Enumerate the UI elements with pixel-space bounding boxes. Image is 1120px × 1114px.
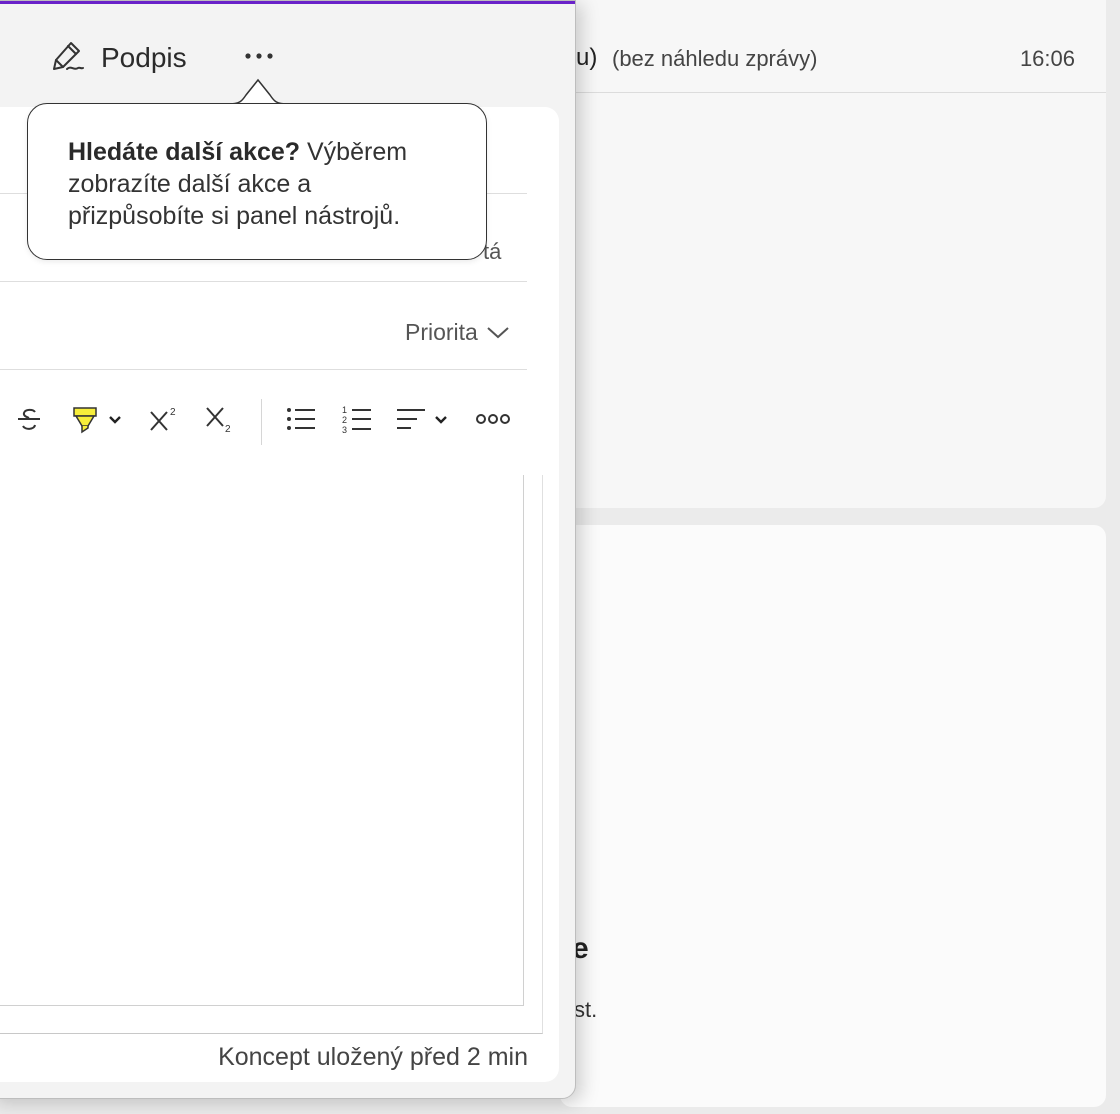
signature-label: Podpis: [101, 42, 187, 73]
highlight-dropdown-icon: [108, 412, 122, 430]
signature-button[interactable]: Podpis: [49, 36, 187, 80]
svg-text:2: 2: [170, 407, 176, 418]
message-preview: (bez náhledu zprávy): [612, 46, 818, 71]
tooltip-text: přizpůsobíte si panel nástrojů.: [68, 202, 401, 230]
svg-text:3: 3: [342, 425, 347, 434]
svg-text:1: 1: [342, 405, 347, 415]
message-body-editor[interactable]: [0, 475, 524, 1006]
bullet-list-icon: [286, 406, 316, 437]
highlight-dropdown-button[interactable]: [103, 401, 127, 441]
reading-pane: [560, 525, 1106, 1107]
message-time: 16:06: [1019, 46, 1075, 71]
draft-status: Koncept uložený před 2 min: [218, 1043, 528, 1071]
reading-pane-text: st.: [574, 997, 598, 1022]
tooltip-text: zobrazíte další akce a: [68, 170, 312, 198]
chevron-down-icon: [486, 319, 510, 346]
tooltip-arrow: [228, 78, 288, 105]
more-actions-button[interactable]: [241, 40, 277, 72]
svg-text:2: 2: [225, 424, 231, 434]
message-sender: u): [576, 44, 598, 71]
strikethrough-icon: [15, 405, 43, 438]
numbered-list-icon: 1 2 3: [342, 404, 372, 439]
tooltip-text: Výběrem: [300, 138, 408, 166]
align-dropdown-button[interactable]: [429, 401, 453, 441]
more-format-options-button[interactable]: [471, 401, 515, 441]
strikethrough-button[interactable]: [9, 401, 49, 441]
tooltip-title: Hledáte další akce?: [68, 138, 301, 166]
align-icon: [395, 406, 427, 437]
toolbar-separator: [261, 399, 262, 445]
divider: [0, 281, 527, 282]
more-actions-tooltip: Hledáte další akce? Výběrem zobrazíte da…: [27, 103, 487, 260]
highlight-icon: [71, 404, 99, 439]
priority-dropdown[interactable]: Priorita: [405, 319, 510, 346]
numbered-list-button[interactable]: 1 2 3: [337, 401, 377, 441]
bullet-list-button[interactable]: [281, 401, 321, 441]
subscript-button[interactable]: 2: [199, 401, 239, 441]
more-options-icon: [475, 412, 511, 431]
more-horizontal-icon: [241, 53, 277, 76]
message-row[interactable]: u) (bez náhledu zprávy) 16:06: [576, 30, 1106, 93]
superscript-icon: 2: [148, 404, 178, 439]
align-button[interactable]: [391, 401, 431, 441]
align-dropdown-icon: [434, 412, 448, 430]
superscript-button[interactable]: 2: [143, 401, 183, 441]
signature-pen-icon: [49, 38, 85, 79]
subscript-icon: 2: [204, 404, 234, 439]
divider: [0, 369, 527, 370]
highlight-button[interactable]: [65, 401, 105, 441]
priority-label: Priorita: [405, 319, 478, 345]
svg-text:2: 2: [342, 415, 347, 425]
format-toolbar: 2 2 1 2 3: [0, 393, 559, 449]
